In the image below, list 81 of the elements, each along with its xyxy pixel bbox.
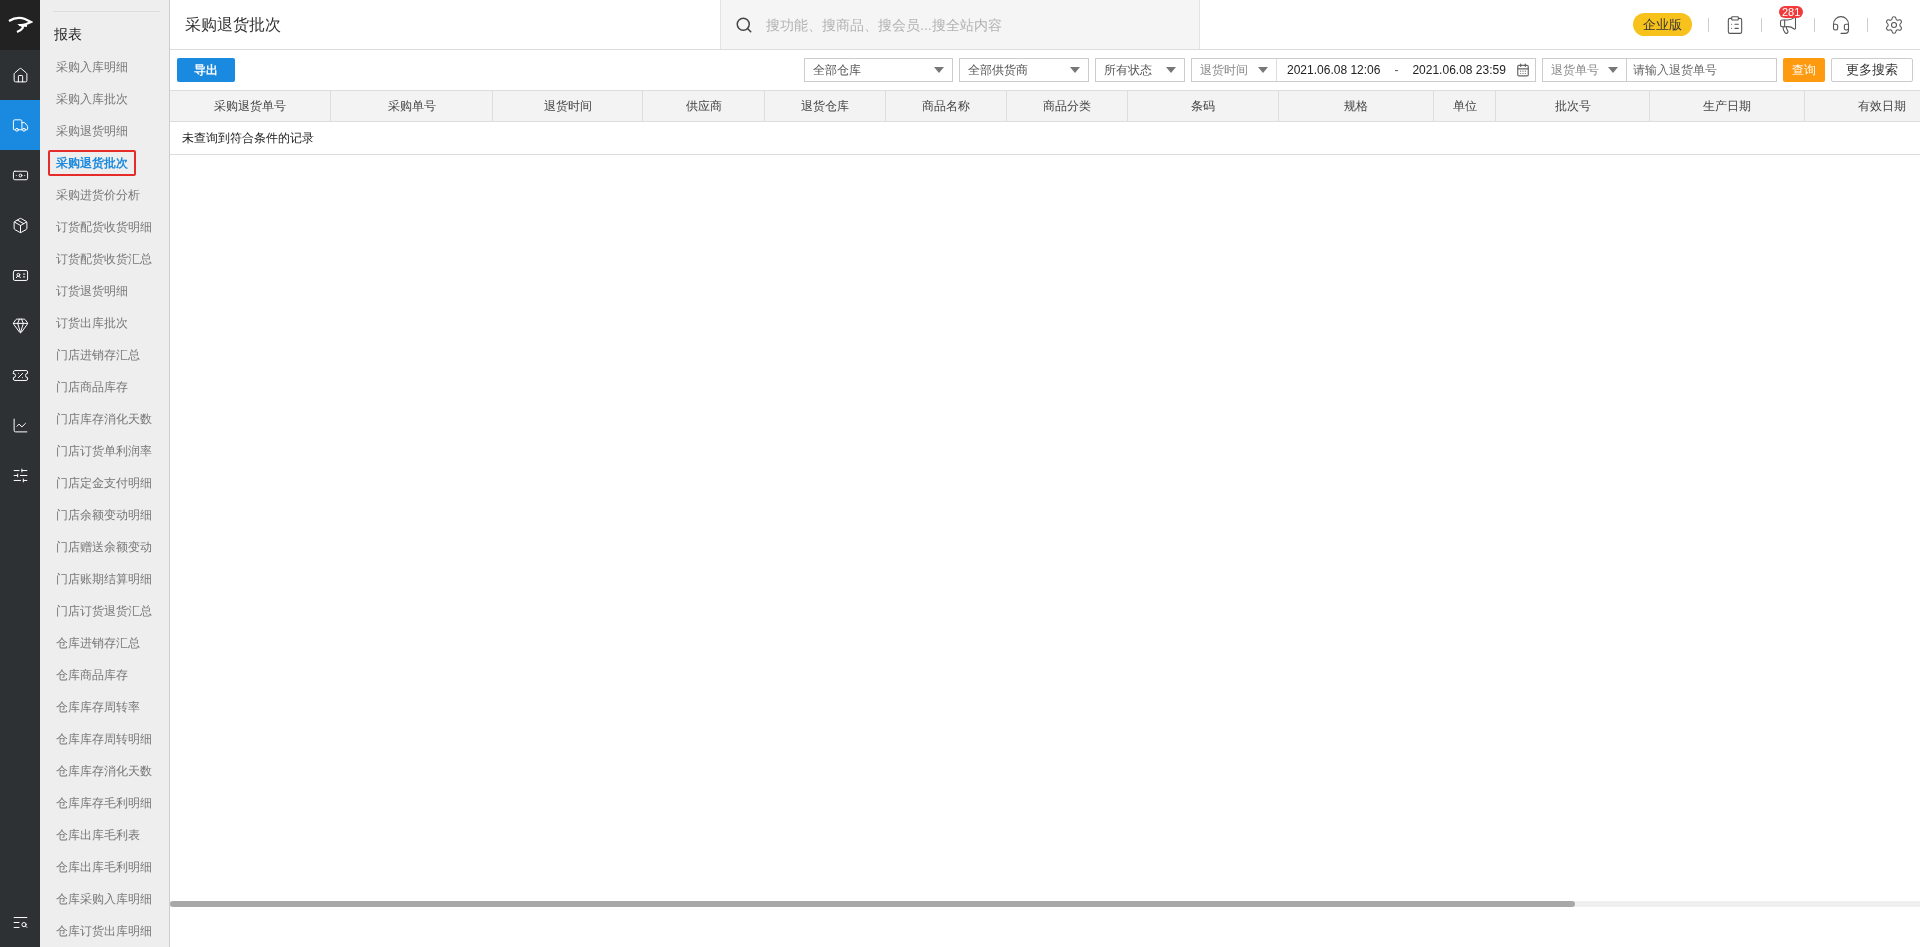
filter-select[interactable]: 所有状态 [1095,58,1185,82]
sidebar-item[interactable]: 仓库订货出库明细 [48,918,160,944]
sidebar-item[interactable]: 仓库进销存汇总 [48,630,148,656]
sidebar-item[interactable]: 采购退货明细 [48,118,136,144]
column-header: 采购单号 [331,91,493,121]
column-header: 采购退货单号 [170,91,331,121]
sidebar-item[interactable]: 门店库存消化天数 [48,406,160,432]
export-button[interactable]: 导出 [177,58,235,82]
column-header: 退货仓库 [765,91,886,121]
edition-badge: 企业版 [1633,12,1692,37]
sidebar-item[interactable]: 仓库库存毛利明细 [48,790,160,816]
sidebar-item[interactable]: 订货出库批次 [48,310,136,336]
date-range-field[interactable]: 退货时间 2021.06.08 12:06 - 2021.06.08 23:59 [1191,58,1536,82]
sidebar-item[interactable]: 采购进货价分析 [48,182,148,208]
column-header: 供应商 [643,91,765,121]
settings-button[interactable] [1884,14,1904,35]
sidebar-item[interactable]: 采购退货批次 [48,150,136,176]
date-to: 2021.06.08 23:59 [1412,62,1506,79]
column-header: 规格 [1279,91,1434,121]
headset-icon [1831,14,1851,35]
box-icon [11,216,29,234]
date-separator: - [1393,62,1400,79]
caret-icon [1070,67,1080,73]
date-from: 2021.06.08 12:06 [1286,62,1381,79]
sidebar-item[interactable]: 订货配货收货汇总 [48,246,160,272]
sidebar-item[interactable]: 仓库库存周转率 [48,694,148,720]
column-header: 商品名称 [886,91,1007,121]
calendar-icon [1516,63,1530,77]
checklist-button[interactable] [1725,14,1745,35]
column-header: 生产日期 [1650,91,1805,121]
sidebar-section-title: 报表 [54,25,83,44]
sidebar-item[interactable]: 门店商品库存 [48,374,136,400]
sidebar-item[interactable]: 仓库出库毛利表 [48,822,148,848]
gem-icon [11,316,29,334]
chart-icon [11,416,29,434]
column-header: 商品分类 [1007,91,1128,121]
sidebar-item[interactable]: 门店赠送余额变动 [48,534,160,560]
filter-select[interactable]: 全部仓库 [804,58,953,82]
more-search-button[interactable]: 更多搜索 [1831,58,1913,82]
column-header: 条码 [1128,91,1279,121]
home-icon [11,66,29,84]
sidebar-item[interactable]: 仓库库存消化天数 [48,758,160,784]
page-title: 采购退货批次 [184,14,282,35]
filter-select[interactable]: 全部供货商 [959,58,1089,82]
sidebar-item[interactable]: 仓库商品库存 [48,662,136,688]
caret-icon [1166,67,1176,73]
sliders-icon [11,466,29,484]
sidebar-item[interactable]: 门店余额变动明细 [48,502,160,528]
support-button[interactable] [1831,14,1851,35]
sidebar-item[interactable]: 仓库采购入库明细 [48,886,160,912]
settings-icon [1884,14,1904,35]
sidebar-item[interactable]: 订货配货收货明细 [48,214,160,240]
column-header: 退货时间 [493,91,643,121]
logo-icon [7,16,33,34]
caret-icon [1608,67,1618,73]
sidebar-item[interactable]: 门店账期结算明细 [48,566,160,592]
horizontal-scrollbar[interactable] [170,901,1920,907]
sidebar-item[interactable]: 采购入库明细 [48,54,136,80]
empty-message: 未查询到符合条件的记录 [182,130,314,147]
sidebar-item[interactable]: 门店定金支付明细 [48,470,160,496]
caret-icon [934,67,944,73]
caret-icon [1258,67,1268,73]
number-search-field[interactable]: 请输入退货单号 [1627,58,1777,82]
column-header: 批次号 [1496,91,1650,121]
notification-count: 281 [1779,5,1804,18]
sidebar-item[interactable]: 仓库出库毛利明细 [48,854,160,880]
truck-icon [11,116,29,134]
date-type-select[interactable]: 退货时间 [1192,59,1277,81]
sidebar-item[interactable]: 门店进销存汇总 [48,342,148,368]
sidebar-item[interactable]: 门店订货退货汇总 [48,598,160,624]
sidebar-item[interactable]: 采购入库批次 [48,86,136,112]
sidebar-item[interactable]: 订货退货明细 [48,278,136,304]
column-header: 单位 [1434,91,1496,121]
number-type-select[interactable]: 退货单号 [1542,58,1627,82]
query-button[interactable]: 查询 [1783,58,1825,82]
global-search-field[interactable]: 搜功能、搜商品、搜会员...搜全站内容 [720,0,1200,49]
search-icon [735,16,753,34]
clipboard-icon [1725,14,1745,35]
sidebar-item[interactable]: 门店订货单利润率 [48,438,160,464]
column-header: 有效日期 [1805,91,1920,121]
sidebar-item[interactable]: 仓库库存周转明细 [48,726,160,752]
